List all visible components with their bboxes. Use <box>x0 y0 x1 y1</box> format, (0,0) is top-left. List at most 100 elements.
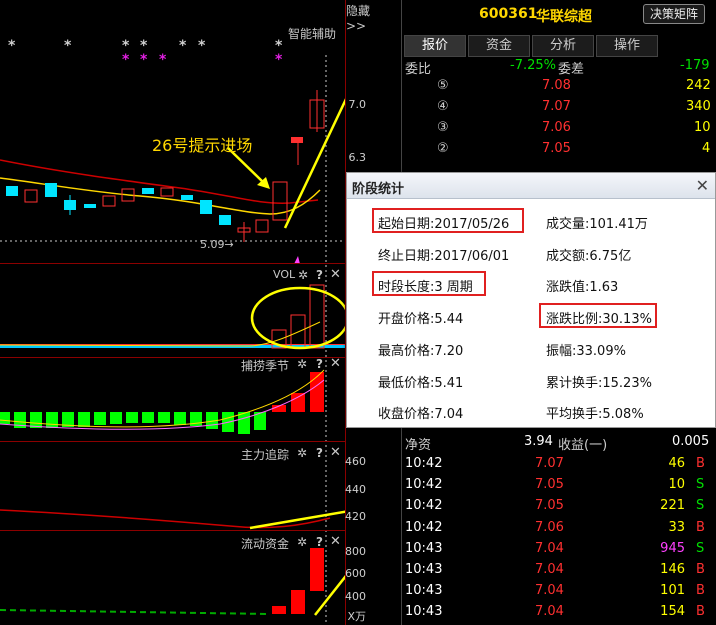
tick-row: 10:42 7.05 221 S <box>402 498 716 519</box>
tab-funds[interactable]: 资金 <box>468 35 530 57</box>
tick-volume: 154 <box>660 604 685 620</box>
candle-up <box>291 137 303 143</box>
tick-row: 10:42 7.07 46 B <box>402 456 716 477</box>
highlight-box-change-pct <box>539 303 657 328</box>
low-price-marker: 5.09→ <box>200 238 234 251</box>
weibi-label: 委比 <box>405 62 432 77</box>
axis-label: 7.0 <box>348 98 367 111</box>
tick-row: 10:43 7.04 945 S <box>402 541 716 562</box>
dialog-close-icon[interactable]: ✕ <box>696 176 709 195</box>
tick-time: 10:42 <box>405 477 443 493</box>
kline-chart-area[interactable]: * * * * * * * * * * * 智能辅助 26号提示进场 5.09→… <box>0 0 370 625</box>
low-price: 最低价格:5.41 <box>378 376 464 391</box>
dialog-titlebar[interactable]: 阶段统计 ✕ <box>347 173 715 199</box>
liquidity-bars <box>0 548 324 615</box>
weicha-value: -179 <box>680 58 710 73</box>
tick-volume: 46 <box>668 456 685 471</box>
tick-row: 10:43 7.04 154 B <box>402 604 716 625</box>
mainforce-settings-gear-icon[interactable]: ✲ <box>297 446 307 460</box>
ask-volume: 4 <box>702 141 711 156</box>
pane-separator <box>0 441 345 442</box>
tick-volume: 101 <box>660 583 685 599</box>
ask-level: ② <box>437 141 449 156</box>
ask-level: ④ <box>437 99 449 114</box>
volume-bars <box>0 284 345 349</box>
net-asset-value: 3.94 <box>524 434 553 449</box>
tick-volume: 33 <box>668 519 685 535</box>
tick-side: S <box>696 477 705 493</box>
candle-down <box>219 215 231 225</box>
high-price: 最高价格:7.20 <box>378 344 464 359</box>
tick-volume: 10 <box>668 477 685 493</box>
volume: 成交量:101.41万 <box>546 217 648 232</box>
pane-separator <box>0 357 345 358</box>
candles <box>6 90 325 242</box>
season-close-icon[interactable]: ✕ <box>330 356 341 371</box>
tick-side: B <box>696 456 705 471</box>
liquidity-settings-gear-icon[interactable]: ✲ <box>297 535 307 549</box>
vol-highlight-circle <box>250 286 345 350</box>
tick-row: 10:42 7.06 33 B <box>402 520 716 541</box>
liquidity-pane-title[interactable]: 流动资金 <box>241 535 289 552</box>
season-settings-gear-icon[interactable]: ✲ <box>297 357 307 371</box>
tick-time: 10:43 <box>405 583 443 599</box>
ask-price: 7.05 <box>542 141 571 156</box>
tick-price: 7.07 <box>535 456 564 471</box>
tick-price: 7.05 <box>535 477 564 493</box>
tick-time: 10:42 <box>405 456 443 471</box>
amplitude: 振幅:33.09% <box>546 344 626 359</box>
vol-help-icon[interactable]: ? <box>316 268 323 282</box>
weibi-row: 委比 -7.25% 委差 -179 <box>402 58 716 79</box>
ask-row: ⑤ 7.08 242 <box>402 78 716 99</box>
axis-label: 800 <box>345 545 366 558</box>
tab-quote[interactable]: 报价 <box>404 35 466 57</box>
tab-analysis[interactable]: 分析 <box>532 35 594 57</box>
tick-row: 10:43 7.04 146 B <box>402 562 716 583</box>
tick-side: S <box>696 498 705 514</box>
tick-time: 10:42 <box>405 519 443 535</box>
tick-price: 7.05 <box>535 498 564 514</box>
ask-row: ④ 7.07 340 <box>402 99 716 120</box>
ask-volume: 10 <box>694 120 711 135</box>
tick-price: 7.06 <box>535 519 564 535</box>
candle-down <box>181 195 193 200</box>
tick-time: 10:43 <box>405 562 443 577</box>
tick-price: 7.04 <box>535 583 564 599</box>
axis-label: 600 <box>345 567 366 580</box>
mainforce-help-icon[interactable]: ? <box>316 446 323 460</box>
income-value: 0.005 <box>672 434 710 449</box>
hide-panel-button[interactable]: 隐藏>> <box>346 2 370 33</box>
ask-price: 7.07 <box>542 99 571 114</box>
ask-row: ③ 7.06 10 <box>402 120 716 141</box>
season-bars <box>0 369 325 434</box>
highlight-box-period <box>372 271 486 296</box>
mainforce-close-icon[interactable]: ✕ <box>330 445 341 460</box>
mainforce-pane-title[interactable]: 主力追踪 <box>241 446 289 463</box>
candlestick-svg <box>0 55 345 625</box>
axis-label: 440 <box>345 483 366 496</box>
ask-row: ② 7.05 4 <box>402 141 716 162</box>
period-stats-dialog: 阶段统计 ✕ 起始日期:2017/05/26 终止日期:2017/06/01 时… <box>346 172 716 428</box>
vol-close-icon[interactable]: ✕ <box>330 267 341 282</box>
vol-pane-title[interactable]: VOL <box>273 268 295 281</box>
mainforce-line <box>0 509 331 529</box>
axis-label: 460 <box>345 455 366 468</box>
ask-level: ⑤ <box>437 78 449 93</box>
tick-row: 10:42 7.05 10 S <box>402 477 716 498</box>
net-asset-label: 净资 <box>405 438 432 453</box>
quote-tabs: 报价 资金 分析 操作 <box>402 35 716 57</box>
axis-label: 400 <box>345 590 366 603</box>
stock-header: 600361 华联综超 决策矩阵 <box>402 0 716 32</box>
season-help-icon[interactable]: ? <box>316 357 323 371</box>
liquidity-help-icon[interactable]: ? <box>316 535 323 549</box>
liquidity-close-icon[interactable]: ✕ <box>330 534 341 549</box>
ask-level: ③ <box>437 120 449 135</box>
income-label: 收益(一) <box>558 438 608 453</box>
decision-matrix-button[interactable]: 决策矩阵 <box>643 4 705 24</box>
tick-volume: 221 <box>660 498 685 514</box>
season-pane-title[interactable]: 捕捞季节 <box>241 357 289 374</box>
tab-operation[interactable]: 操作 <box>596 35 658 57</box>
tick-price: 7.04 <box>535 562 564 577</box>
vol-settings-gear-icon[interactable]: ✲ <box>298 268 308 282</box>
weibi-value: -7.25% <box>510 58 556 73</box>
